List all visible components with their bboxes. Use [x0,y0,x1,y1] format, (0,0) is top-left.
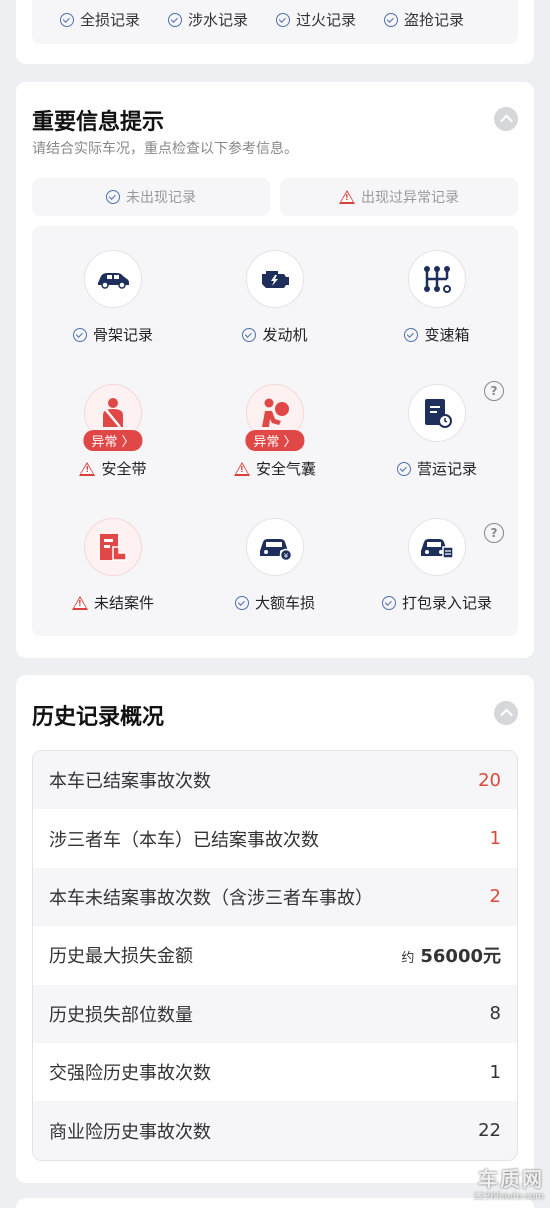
check-circle-icon [106,190,120,204]
gearbox-icon [408,250,466,308]
table-row: 商业险历史事故次数 22 [33,1101,517,1160]
warning-icon [71,595,88,610]
airbag-icon: 异常 〉 [245,384,305,451]
record-flood: 涉水记录 [168,9,248,30]
item-seatbelt[interactable]: 异常 〉 安全带 [32,360,194,494]
section-title: 重要信息提示 [32,110,165,135]
item-frame[interactable]: 骨架记录 [32,226,194,360]
section-subtitle: 请结合实际车况，重点检查以下参考信息。 [32,141,298,157]
abnormal-badge[interactable]: 异常 〉 [83,430,143,451]
table-row: 历史最大损失金额 约 56000元 [33,926,517,985]
inspection-grid: 骨架记录 发动机 变速箱 异常 〉 安全带 异常 〉 [32,226,518,636]
history-summary-card: 历史记录概况 本车已结案事故次数 20 涉三者车（本车）已结案事故次数 1 本车… [16,675,534,1183]
item-engine[interactable]: 发动机 [194,226,356,360]
legend-abnormal: 出现过异常记录 [280,178,518,216]
collapse-toggle-icon[interactable] [494,107,518,131]
check-circle-icon [168,12,183,27]
check-circle-icon [242,327,257,342]
accident-record-card: 全损记录 涉水记录 过火记录 盗抢记录 [16,0,534,64]
table-row: 本车已结案事故次数 20 [33,751,517,810]
record-total-loss: 全损记录 [60,9,140,30]
history-table: 本车已结案事故次数 20 涉三者车（本车）已结案事故次数 1 本车未结案事故次数… [32,750,518,1161]
car-frame-icon [84,250,142,308]
table-row: 交强险历史事故次数 1 [33,1042,517,1102]
watermark-logo: 车质网 12365auto.com [473,1167,544,1202]
record-theft: 盗抢记录 [384,9,464,30]
item-bundle-entry[interactable]: 打包录入记录 [356,494,518,628]
record-fire: 过火记录 [276,9,356,30]
check-circle-icon [234,595,249,610]
help-icon[interactable]: ? [484,523,504,543]
warning-icon [233,461,250,476]
seatbelt-icon: 异常 〉 [83,384,143,451]
engine-icon [246,250,304,308]
abnormal-badge[interactable]: 异常 〉 [245,430,305,451]
bundle-entry-icon [408,518,466,576]
warning-icon [339,190,355,204]
item-airbag[interactable]: 异常 〉 安全气囊 [194,360,356,494]
check-circle-icon [396,461,411,476]
collapse-toggle-icon[interactable] [494,701,518,725]
help-icon[interactable]: ? [484,381,504,401]
operation-record-icon [408,384,466,442]
check-circle-icon [404,327,419,342]
check-circle-icon [72,327,87,342]
next-card [16,1198,534,1208]
important-info-card: 重要信息提示 请结合实际车况，重点检查以下参考信息。 未出现记录 出现过异常记录… [16,82,534,658]
check-circle-icon [384,12,399,27]
open-case-icon [84,518,142,576]
item-gearbox[interactable]: 变速箱 [356,226,518,360]
legend-normal: 未出现记录 [32,178,270,216]
warning-icon [79,461,96,476]
svg-text:¥: ¥ [284,552,289,560]
table-row: 历史损失部位数量 8 [33,984,517,1043]
check-circle-icon [381,595,396,610]
major-damage-icon: ¥ [246,518,304,576]
item-open-case[interactable]: 未结案件 [32,494,194,628]
check-circle-icon [60,12,74,27]
check-circle-icon [276,12,291,27]
section-title: 历史记录概况 [32,705,165,730]
item-major-damage[interactable]: ¥ 大额车损 [194,494,356,628]
table-row: 涉三者车（本车）已结案事故次数 1 [33,809,517,868]
accident-record-list: 全损记录 涉水记录 过火记录 盗抢记录 [32,0,518,44]
table-row: 本车未结案事故次数（含涉三者车事故） 2 [33,867,517,927]
